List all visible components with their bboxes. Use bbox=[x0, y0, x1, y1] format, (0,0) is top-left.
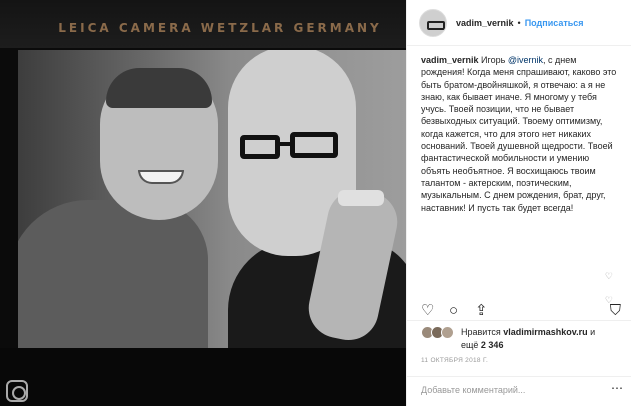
liker-username[interactable]: vladimirmashkov.ru bbox=[503, 327, 587, 337]
person-left-smile bbox=[138, 170, 184, 184]
more-options-icon[interactable]: ⋯ bbox=[611, 381, 623, 395]
post-header: vadim_vernik • Подписаться bbox=[407, 0, 631, 46]
actions-divider bbox=[407, 320, 631, 321]
likes-middle: и bbox=[587, 327, 596, 337]
liker-avatars[interactable] bbox=[421, 326, 454, 339]
glasses-left-lens bbox=[240, 135, 280, 159]
comment-input[interactable] bbox=[421, 382, 601, 398]
likes-count[interactable]: 2 346 bbox=[481, 340, 504, 350]
portrait-print bbox=[18, 50, 406, 348]
comment-divider bbox=[407, 376, 631, 377]
camera-label: LEICA CAMERA WETZLAR GERMANY bbox=[58, 21, 382, 35]
follow-button[interactable]: Подписаться bbox=[525, 18, 584, 28]
person-left-hair bbox=[106, 68, 212, 108]
header-username[interactable]: vadim_vernik bbox=[456, 18, 514, 28]
caption-body: , с днем рождения! Когда меня спрашивают… bbox=[421, 55, 617, 213]
caption-lead: Игорь bbox=[478, 55, 508, 65]
post-caption: vadim_vernik Игорь @ivernik, с днем рожд… bbox=[421, 54, 617, 214]
person-left-hoodie bbox=[18, 200, 208, 348]
comment-like-heart-icon[interactable]: ♡ bbox=[605, 271, 613, 282]
post-photo[interactable]: LEICA CAMERA WETZLAR GERMANY bbox=[0, 0, 406, 406]
header-separator: • bbox=[517, 17, 521, 28]
likes-text: Нравится vladimirmashkov.ru и ещё 2 346 bbox=[461, 326, 595, 352]
likes-more-prefix: ещё bbox=[461, 340, 481, 350]
photo-frame-bottom bbox=[0, 348, 406, 406]
post-side-panel: vadim_vernik • Подписаться vadim_vernik … bbox=[406, 0, 631, 406]
instagram-glyph-icon bbox=[6, 380, 28, 402]
glasses-bridge bbox=[278, 142, 292, 146]
avatar[interactable] bbox=[419, 8, 447, 37]
share-icon[interactable]: ⇪ bbox=[475, 303, 488, 319]
like-heart-icon[interactable]: ♡ bbox=[421, 303, 434, 319]
post-date[interactable]: 11 ОКТЯБРЯ 2018 Г. bbox=[421, 357, 488, 364]
likes-summary: Нравится vladimirmashkov.ru и ещё 2 346 bbox=[421, 326, 621, 352]
glasses-right-lens bbox=[290, 132, 338, 158]
comment-bubble-icon[interactable]: ○ bbox=[449, 303, 458, 319]
likes-prefix: Нравится bbox=[461, 327, 504, 337]
caption-username[interactable]: vadim_vernik bbox=[421, 55, 479, 65]
bookmark-icon[interactable]: ⛉ bbox=[610, 303, 621, 319]
wrist-watch bbox=[338, 190, 384, 206]
caption-mention[interactable]: @ivernik bbox=[508, 55, 543, 65]
liker-avatar bbox=[441, 326, 454, 339]
